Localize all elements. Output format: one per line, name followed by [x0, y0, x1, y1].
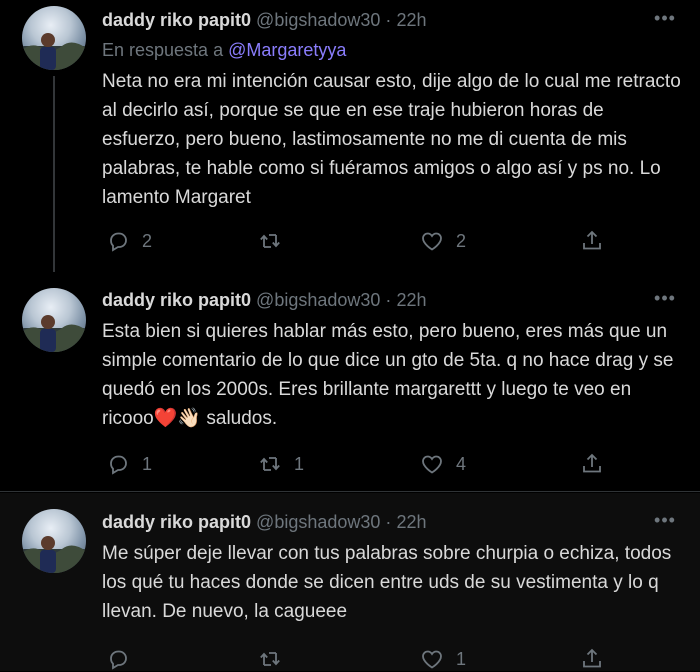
separator: ·: [385, 512, 392, 532]
retweet-icon: [260, 652, 280, 666]
tweet-text: Esta bien si quieres hablar más esto, pe…: [102, 317, 682, 433]
share-button[interactable]: [580, 451, 604, 477]
avatar[interactable]: [22, 6, 86, 70]
tweet-actions: 2 2: [102, 228, 612, 254]
wave-emoji: 👋🏻: [177, 408, 202, 429]
separator: ·: [385, 10, 392, 30]
more-icon[interactable]: •••: [652, 511, 678, 529]
share-icon: [583, 453, 601, 473]
reply-prefix: En respuesta a: [102, 40, 224, 60]
timestamp[interactable]: 22h: [396, 512, 426, 532]
tweet-text: Neta no era mi intención causar esto, di…: [102, 71, 681, 208]
reply-count: 2: [142, 230, 153, 251]
more-icon[interactable]: •••: [652, 289, 678, 307]
retweet-button[interactable]: 1: [258, 451, 304, 477]
tweet-header: daddy riko papit0 @bigshadow30 · 22h: [102, 510, 660, 534]
like-count: 4: [456, 453, 467, 474]
like-count: 1: [456, 648, 467, 669]
reply-context: En respuesta a @Margaretyya: [102, 40, 346, 61]
retweet-button[interactable]: [258, 228, 294, 254]
share-button[interactable]: [580, 228, 604, 254]
reply-count: 1: [142, 453, 153, 474]
like-count: 2: [456, 230, 467, 251]
tweet-header: daddy riko papit0 @bigshadow30 · 22h: [102, 8, 660, 32]
retweet-icon: [260, 234, 280, 248]
share-icon: [583, 230, 601, 250]
separator: ·: [385, 290, 392, 310]
tweet-actions: 1: [102, 646, 612, 672]
display-name[interactable]: daddy riko papit0: [102, 512, 251, 532]
like-icon: [422, 232, 442, 251]
heart-emoji: ❤️: [153, 408, 178, 429]
user-handle[interactable]: @bigshadow30: [256, 10, 380, 30]
tweet-3[interactable]: daddy riko papit0 @bigshadow30 · 22h •••…: [0, 493, 700, 671]
reply-icon: [110, 455, 127, 475]
reply-icon: [110, 232, 127, 252]
retweet-button[interactable]: [258, 646, 294, 672]
like-button[interactable]: 2: [420, 228, 466, 254]
avatar[interactable]: [22, 509, 86, 573]
display-name[interactable]: daddy riko papit0: [102, 10, 251, 30]
reply-icon: [110, 650, 127, 670]
share-button[interactable]: [580, 646, 604, 672]
like-button[interactable]: 4: [420, 451, 466, 477]
share-icon: [583, 648, 601, 668]
tweet-header: daddy riko papit0 @bigshadow30 · 22h: [102, 288, 660, 312]
retweet-icon: [260, 457, 280, 471]
more-icon[interactable]: •••: [652, 9, 678, 27]
like-icon: [422, 650, 442, 669]
like-icon: [422, 455, 442, 474]
reply-button[interactable]: 1: [106, 451, 152, 477]
tweet-1[interactable]: daddy riko papit0 @bigshadow30 · 22h •••…: [0, 0, 700, 272]
tweet-text-end: saludos.: [201, 408, 278, 429]
user-handle[interactable]: @bigshadow30: [256, 290, 380, 310]
retweet-count: 1: [294, 453, 305, 474]
mention-link[interactable]: @Margaretyya: [228, 40, 346, 60]
timestamp[interactable]: 22h: [396, 10, 426, 30]
display-name[interactable]: daddy riko papit0: [102, 290, 251, 310]
thread-line: [53, 76, 55, 272]
reply-button[interactable]: [106, 646, 142, 672]
like-button[interactable]: 1: [420, 646, 466, 672]
timestamp[interactable]: 22h: [396, 290, 426, 310]
avatar[interactable]: [22, 288, 86, 352]
user-handle[interactable]: @bigshadow30: [256, 512, 380, 532]
tweet-actions: 1 1 4: [102, 451, 612, 477]
reply-button[interactable]: 2: [106, 228, 152, 254]
tweet-text: Me súper deje llevar con tus palabras so…: [102, 543, 672, 622]
tweet-2[interactable]: daddy riko papit0 @bigshadow30 · 22h •••…: [0, 270, 700, 492]
